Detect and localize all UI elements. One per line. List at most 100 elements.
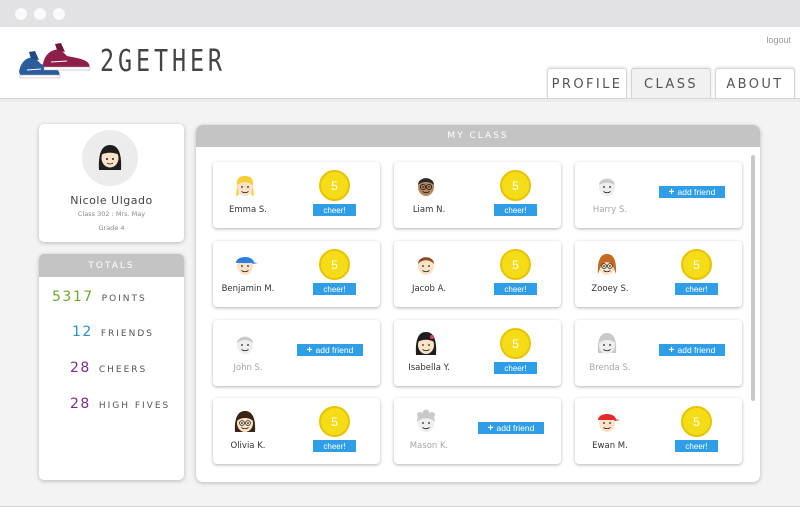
cheer-button[interactable]: cheer! xyxy=(494,204,537,216)
tab-label: PROFILE xyxy=(551,76,623,92)
add-friend-button[interactable]: + add friend xyxy=(297,344,363,356)
totals-row-cheers: 28 CHEERS xyxy=(70,360,147,376)
harry-avatar-icon xyxy=(593,171,621,199)
footer-divider xyxy=(0,506,800,513)
olivia-avatar-icon xyxy=(231,407,259,435)
student-card[interactable]: Emma S. 5 cheer! xyxy=(213,162,380,228)
totals-value: 28 xyxy=(70,360,91,376)
plus-icon: + xyxy=(306,344,313,356)
student-card[interactable]: Jacob A. 5 cheer! xyxy=(394,241,561,307)
plus-icon: + xyxy=(668,344,675,356)
student-name: Brenda S. xyxy=(589,363,631,373)
student-card[interactable]: Liam N. 5 cheer! xyxy=(394,162,561,228)
mason-avatar-icon xyxy=(412,407,440,435)
totals-row-friends: 12 FRIENDS xyxy=(72,324,154,340)
window-close-dot[interactable] xyxy=(15,8,27,20)
student-name: Ewan M. xyxy=(592,441,628,451)
student-card[interactable]: Ewan M. 5 cheer! xyxy=(575,398,742,464)
add-friend-button[interactable]: + add friend xyxy=(478,422,544,434)
points-coin: 5 xyxy=(681,406,712,437)
points-coin: 5 xyxy=(500,249,531,280)
jacob-avatar-icon xyxy=(412,250,440,278)
girl-avatar-icon xyxy=(98,145,122,170)
profile-class: Class 302 : Mrs. May xyxy=(77,210,146,218)
totals-row-points: 5317 POINTS xyxy=(52,289,147,305)
totals-label: FRIENDS xyxy=(100,329,154,339)
profile-card: Nicole Ulgado Class 302 : Mrs. May Grade… xyxy=(39,124,184,242)
cheer-button[interactable]: cheer! xyxy=(313,440,356,452)
student-name: Jacob A. xyxy=(411,284,447,294)
student-name: Emma S. xyxy=(229,205,267,215)
totals-label: CHEERS xyxy=(98,365,148,375)
totals-title: TOTALS xyxy=(39,254,184,277)
add-friend-label: add friend xyxy=(677,187,716,197)
profile-grade: Grade 4 xyxy=(98,224,125,232)
avatar[interactable] xyxy=(82,130,138,186)
student-name: Harry S. xyxy=(592,205,628,215)
cheer-button[interactable]: cheer! xyxy=(494,283,537,295)
student-card[interactable]: Isabella Y. 5 cheer! xyxy=(394,320,561,386)
student-card[interactable]: John S. + add friend xyxy=(213,320,380,386)
brand-wordmark: 2GETHER xyxy=(100,44,226,79)
plus-icon: + xyxy=(487,422,494,434)
student-name: Olivia K. xyxy=(230,441,266,451)
isabella-avatar-icon xyxy=(412,329,440,357)
points-coin: 5 xyxy=(319,170,350,201)
totals-label: POINTS xyxy=(101,294,147,304)
add-friend-button[interactable]: + add friend xyxy=(659,344,725,356)
my-class-title: MY CLASS xyxy=(196,125,760,147)
student-name: Isabella Y. xyxy=(408,363,450,373)
zooey-avatar-icon xyxy=(593,250,621,278)
profile-name: Nicole Ulgado xyxy=(70,194,153,207)
totals-value: 28 xyxy=(70,396,91,412)
emma-avatar-icon xyxy=(231,171,259,199)
brenda-avatar-icon xyxy=(593,329,621,357)
totals-label: HIGH FIVES xyxy=(98,401,171,411)
browser-toolbar xyxy=(0,0,800,27)
student-name: Liam N. xyxy=(412,205,446,215)
student-name: Mason K. xyxy=(409,441,449,451)
add-friend-label: add friend xyxy=(677,345,716,355)
tab-label: ABOUT xyxy=(726,76,784,92)
points-coin: 5 xyxy=(500,328,531,359)
cheer-button[interactable]: cheer! xyxy=(494,362,537,374)
benjamin-avatar-icon xyxy=(231,250,259,278)
student-name: Benjamin M. xyxy=(221,284,275,294)
student-card[interactable]: Harry S. + add friend xyxy=(575,162,742,228)
student-name: John S. xyxy=(233,363,263,373)
window-minimize-dot[interactable] xyxy=(34,8,46,20)
points-coin: 5 xyxy=(319,406,350,437)
john-avatar-icon xyxy=(231,329,259,357)
cheer-button[interactable]: cheer! xyxy=(675,283,718,295)
cheer-button[interactable]: cheer! xyxy=(313,283,356,295)
tab-profile[interactable]: PROFILE xyxy=(547,68,627,99)
student-card[interactable]: Olivia K. 5 cheer! xyxy=(213,398,380,464)
my-class-panel: MY CLASS Emma S. 5 cheer! Liam N. 5 cheer! Har… xyxy=(196,125,760,482)
student-card[interactable]: Benjamin M. 5 cheer! xyxy=(213,241,380,307)
student-card[interactable]: Mason K. + add friend xyxy=(394,398,561,464)
totals-value: 5317 xyxy=(52,289,94,305)
liam-avatar-icon xyxy=(412,171,440,199)
cheer-button[interactable]: cheer! xyxy=(675,440,718,452)
add-friend-label: add friend xyxy=(496,423,535,433)
totals-row-high-fives: 28 HIGH FIVES xyxy=(70,396,170,412)
add-friend-label: add friend xyxy=(315,345,354,355)
totals-card: TOTALS 5317 POINTS 12 FRIENDS 28 CHEERS … xyxy=(39,254,184,480)
add-friend-button[interactable]: + add friend xyxy=(659,186,725,198)
points-coin: 5 xyxy=(319,249,350,280)
tab-class[interactable]: CLASS xyxy=(631,68,711,100)
points-coin: 5 xyxy=(500,170,531,201)
points-coin: 5 xyxy=(681,249,712,280)
student-card[interactable]: Brenda S. + add friend xyxy=(575,320,742,386)
window-maximize-dot[interactable] xyxy=(53,8,65,20)
sneakers-logo-icon[interactable] xyxy=(15,42,93,84)
logout-link[interactable]: logout xyxy=(766,35,791,45)
plus-icon: + xyxy=(668,186,675,198)
class-scrollbar[interactable] xyxy=(751,155,755,401)
cheer-button[interactable]: cheer! xyxy=(313,204,356,216)
tab-label: CLASS xyxy=(643,77,698,92)
ewan-avatar-icon xyxy=(593,407,621,435)
student-card[interactable]: Zooey S. 5 cheer! xyxy=(575,241,742,307)
tab-about[interactable]: ABOUT xyxy=(715,68,795,99)
totals-value: 12 xyxy=(72,324,93,340)
